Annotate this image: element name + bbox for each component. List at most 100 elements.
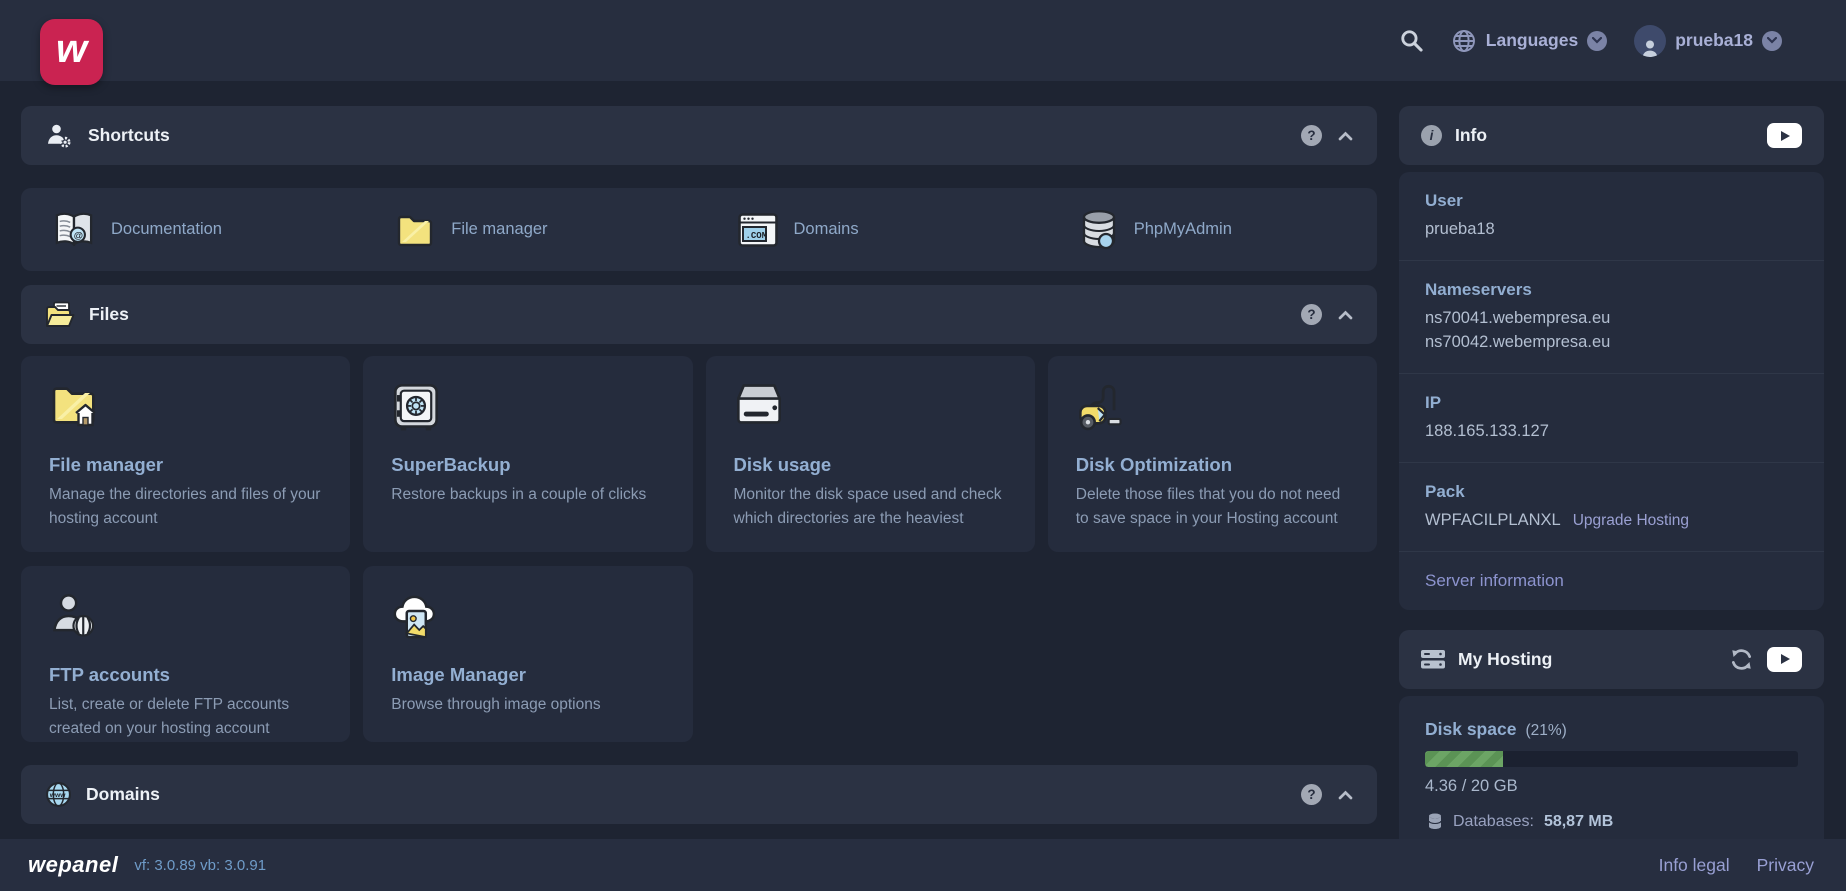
shortcut-documentation[interactable]: @ Documentation xyxy=(21,211,350,249)
help-icon[interactable]: ? xyxy=(1301,304,1322,325)
info-row-nameservers: Nameservers ns70041.webempresa.eu ns7004… xyxy=(1399,261,1824,374)
language-selector[interactable]: Languages xyxy=(1451,28,1608,54)
shortcut-label: Domains xyxy=(793,220,859,238)
disk-space-label: Disk space xyxy=(1425,718,1517,739)
ftp-user-icon xyxy=(49,592,322,648)
my-hosting-panel-header: My Hosting xyxy=(1399,629,1824,689)
files-cards: File manager Manage the directories and … xyxy=(21,356,1377,742)
languages-label: Languages xyxy=(1485,30,1579,50)
card-title: File manager xyxy=(49,454,164,475)
user-menu[interactable]: prueba18 xyxy=(1634,24,1782,57)
info-legal-link[interactable]: Info legal xyxy=(1659,855,1730,876)
database-icon xyxy=(1427,813,1443,830)
wepanel-logo[interactable]: w xyxy=(40,19,103,85)
card-title: Disk usage xyxy=(733,454,832,475)
topbar-actions: Languages prueba18 xyxy=(1399,24,1782,57)
collapse-chevron-up-icon[interactable] xyxy=(1338,131,1353,141)
upgrade-hosting-link[interactable]: Upgrade Hosting xyxy=(1573,512,1689,529)
card-description: Manage the directories and files of your… xyxy=(49,486,321,528)
info-title: Info xyxy=(1455,125,1488,145)
card-description: Monitor the disk space used and check wh… xyxy=(733,486,1002,528)
safe-vault-icon xyxy=(391,382,664,438)
card-title: Image Manager xyxy=(391,664,526,685)
image-cloud-icon xyxy=(391,592,664,648)
logo-letter: w xyxy=(55,27,88,71)
card-title: FTP accounts xyxy=(49,664,170,685)
vacuum-cleaner-icon xyxy=(1076,382,1349,438)
avatar xyxy=(1634,24,1667,57)
info-row-user: User prueba18 xyxy=(1399,172,1824,261)
content: Shortcuts ? @ Documentation File manager… xyxy=(0,81,1846,891)
video-play-button[interactable] xyxy=(1767,646,1802,672)
card-disk-usage[interactable]: Disk usage Monitor the disk space used a… xyxy=(705,356,1035,552)
disk-space-progressbar xyxy=(1425,750,1798,767)
my-hosting-title: My Hosting xyxy=(1458,648,1553,669)
domains-section-header: www Domains ? xyxy=(21,765,1377,824)
search-icon[interactable] xyxy=(1399,28,1424,53)
shortcut-label: PhpMyAdmin xyxy=(1133,220,1232,238)
dotcom-window-icon: .COM xyxy=(737,212,778,247)
files-title: Files xyxy=(89,304,129,324)
card-description: List, create or delete FTP accounts crea… xyxy=(49,696,290,738)
card-title: Disk Optimization xyxy=(1075,454,1232,475)
refresh-icon[interactable] xyxy=(1730,648,1753,671)
disk-usage-text: 4.36 / 20 GB xyxy=(1425,776,1518,795)
documentation-book-icon: @ xyxy=(53,211,95,249)
person-gear-icon xyxy=(45,122,74,150)
card-ftp-accounts[interactable]: FTP accounts List, create or delete FTP … xyxy=(21,566,351,742)
card-superbackup[interactable]: SuperBackup Restore backups in a couple … xyxy=(363,356,693,552)
wepanel-footer-brand[interactable]: wepanel xyxy=(28,852,118,878)
video-play-button[interactable] xyxy=(1767,123,1802,148)
server-icon xyxy=(1421,649,1445,669)
server-information-link[interactable]: Server information xyxy=(1399,552,1824,610)
hard-drive-icon xyxy=(734,382,1007,438)
open-folder-icon xyxy=(45,301,75,328)
stat-databases: Databases: 58,87 MB xyxy=(1427,813,1798,831)
card-file-manager[interactable]: File manager Manage the directories and … xyxy=(21,356,351,552)
card-image-manager[interactable]: Image Manager Browse through image optio… xyxy=(363,566,693,742)
card-description: Restore backups in a couple of clicks xyxy=(391,486,647,503)
shortcut-phpmyadmin[interactable]: PhpMyAdmin xyxy=(1048,209,1377,251)
footer: wepanel vf: 3.0.89 vb: 3.0.91 Info legal… xyxy=(0,839,1846,891)
collapse-chevron-up-icon[interactable] xyxy=(1338,790,1353,800)
help-icon[interactable]: ? xyxy=(1301,784,1322,805)
chevron-down-icon xyxy=(1587,30,1608,51)
globe-icon xyxy=(1451,28,1477,54)
info-panel-header: i Info xyxy=(1399,106,1824,165)
svg-text:www: www xyxy=(49,792,67,799)
shortcut-domains[interactable]: .COM Domains xyxy=(706,212,1035,247)
version-text: vf: 3.0.89 vb: 3.0.91 xyxy=(134,856,267,874)
collapse-chevron-up-icon[interactable] xyxy=(1338,310,1353,320)
card-description: Delete those files that you do not need … xyxy=(1075,486,1341,528)
topbar: w Languages prueba18 xyxy=(0,0,1846,85)
svg-text:.COM: .COM xyxy=(745,230,767,240)
shortcuts-title: Shortcuts xyxy=(88,125,170,145)
main-column: Shortcuts ? @ Documentation File manager… xyxy=(21,106,1377,891)
shortcut-label: Documentation xyxy=(111,220,222,238)
card-disk-optimization[interactable]: Disk Optimization Delete those files tha… xyxy=(1047,356,1377,552)
www-globe-icon: www xyxy=(45,781,72,808)
folder-icon xyxy=(395,212,435,248)
card-title: SuperBackup xyxy=(391,454,511,475)
folder-home-icon xyxy=(49,382,322,438)
info-row-ip: IP 188.165.133.127 xyxy=(1399,374,1824,463)
disk-space-progress-fill xyxy=(1425,750,1504,767)
info-row-pack: Pack WPFACILPLANXL Upgrade Hosting xyxy=(1399,463,1824,552)
username: prueba18 xyxy=(1675,30,1753,50)
chevron-down-icon xyxy=(1762,30,1782,51)
shortcut-label: File manager xyxy=(451,220,548,238)
info-icon: i xyxy=(1421,125,1442,146)
info-panel: User prueba18 Nameservers ns70041.webemp… xyxy=(1399,172,1824,610)
shortcuts-section-header: Shortcuts ? xyxy=(21,106,1377,165)
help-icon[interactable]: ? xyxy=(1301,125,1322,146)
domains-title: Domains xyxy=(86,784,160,804)
wepanel-dashboard: w Languages prueba18 Shortcuts ? @ Docum… xyxy=(0,0,1846,891)
svg-text:@: @ xyxy=(74,230,83,241)
privacy-link[interactable]: Privacy xyxy=(1757,855,1814,876)
disk-space-percent: (21%) xyxy=(1525,721,1567,739)
sidebar: i Info User prueba18 Nameservers ns70041… xyxy=(1399,106,1824,891)
shortcuts-row: @ Documentation File manager .COM Domain… xyxy=(21,188,1377,271)
shortcut-file-manager[interactable]: File manager xyxy=(363,212,692,248)
card-description: Browse through image options xyxy=(391,696,601,713)
files-section-header: Files ? xyxy=(21,285,1377,344)
